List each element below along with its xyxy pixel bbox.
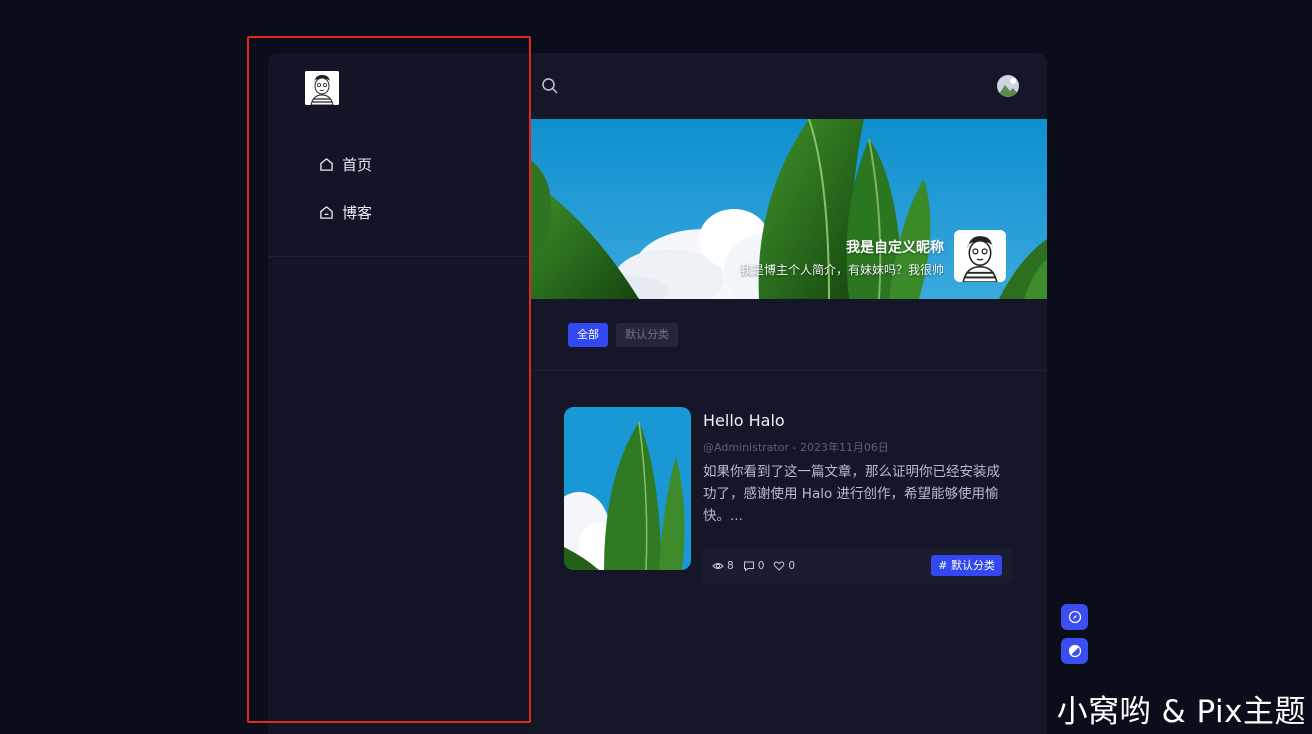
hero-banner: 我是自定义昵称 我是博主个人简介，有妹妹吗？我很帅 xyxy=(529,119,1047,299)
sidebar: 首页 博客 xyxy=(268,53,529,734)
heart-icon xyxy=(774,561,785,571)
theme-toggle-icon xyxy=(1068,644,1081,658)
float-button-top[interactable] xyxy=(1061,604,1088,630)
user-avatar-icon xyxy=(997,75,1019,97)
main-content: 我是自定义昵称 我是博主个人简介，有妹妹吗？我很帅 全部 默认分类 Hello … xyxy=(529,53,1047,734)
float-button-theme[interactable] xyxy=(1061,638,1088,664)
comment-icon xyxy=(743,561,754,572)
app-window: 首页 博客 我是自定义昵称 我是博主个人简介，有妹妹吗？我很帅 全部 默认分类 … xyxy=(268,53,1047,734)
likes-count: 0 xyxy=(788,559,796,572)
content-divider xyxy=(529,370,1047,371)
sidebar-item-blog[interactable]: 博客 xyxy=(319,199,372,225)
sidebar-item-home[interactable]: 首页 xyxy=(319,151,372,177)
search-icon xyxy=(542,78,558,94)
sidebar-divider xyxy=(268,256,529,257)
profile-name: 我是自定义昵称 xyxy=(846,240,944,256)
post-meta: @Administrator - 2023年11月06日 xyxy=(703,441,889,454)
sidebar-item-label: 博客 xyxy=(342,203,373,222)
eye-icon xyxy=(712,562,724,569)
home-icon xyxy=(320,157,333,171)
post-title[interactable]: Hello Halo xyxy=(703,411,785,430)
profile-avatar[interactable] xyxy=(954,230,1006,282)
post-excerpt: 如果你看到了这一篇文章，那么证明你已经安装成功了，感谢使用 Halo 进行创作，… xyxy=(703,464,1000,524)
post-thumbnail[interactable] xyxy=(564,407,691,570)
comments-stat[interactable]: 0 xyxy=(743,559,765,572)
blog-home-icon xyxy=(320,205,333,219)
category-filter: 全部 默认分类 xyxy=(568,323,678,347)
views-stat: 8 xyxy=(712,560,734,572)
profile-info: 我是自定义昵称 我是博主个人简介，有妹妹吗？我很帅 xyxy=(740,237,944,278)
profile-bio: 我是博主个人简介，有妹妹吗？我很帅 xyxy=(739,263,944,277)
site-logo[interactable] xyxy=(305,71,339,105)
watermark: 小窝哟 & Pix主题 xyxy=(1056,694,1306,730)
sidebar-item-label: 首页 xyxy=(342,155,373,174)
category-all[interactable]: 全部 xyxy=(568,323,608,347)
post-footer: 8 0 0 # 默认分类 xyxy=(702,547,1012,584)
user-avatar-button[interactable] xyxy=(997,75,1019,97)
search-button[interactable] xyxy=(541,77,559,95)
sidebar-nav: 首页 博客 xyxy=(319,151,372,247)
likes-stat[interactable]: 0 xyxy=(773,560,795,572)
post-card: Hello Halo @Administrator - 2023年11月06日 … xyxy=(564,407,1014,587)
compass-icon xyxy=(1068,610,1081,624)
comments-count: 0 xyxy=(757,559,765,572)
category-default[interactable]: 默认分类 xyxy=(616,323,678,347)
post-category-tag[interactable]: # 默认分类 xyxy=(931,555,1002,576)
views-count: 8 xyxy=(727,559,734,572)
top-bar xyxy=(529,53,1047,118)
